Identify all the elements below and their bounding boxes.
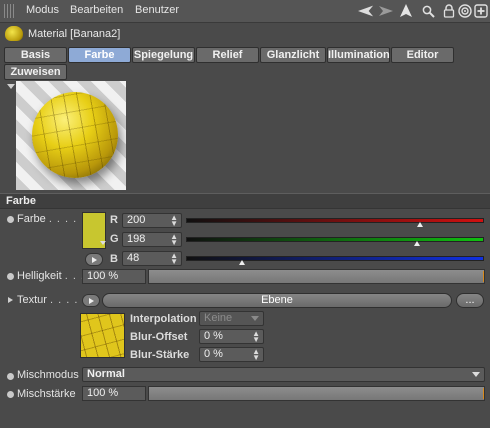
swatch-menu-arrow[interactable] xyxy=(100,241,106,245)
channel-r-input[interactable]: 200 ▲ ▼ xyxy=(122,213,182,228)
helligkeit-slider-marker xyxy=(483,271,484,282)
blur-offset-label: Blur-Offset xyxy=(130,331,188,343)
blur-strength-input[interactable]: 0 % ▲ ▼ xyxy=(199,347,264,362)
textur-more-button[interactable]: ... xyxy=(456,293,484,308)
chevron-down-icon[interactable] xyxy=(472,372,480,377)
channel-r-slider[interactable] xyxy=(186,218,484,223)
search-icon[interactable] xyxy=(420,3,436,19)
mischstaerke-slider[interactable] xyxy=(148,386,485,401)
chevron-down-icon xyxy=(251,316,259,321)
spinner-icon[interactable]: ▲ ▼ xyxy=(170,233,178,247)
arrow-forward-icon[interactable] xyxy=(378,3,394,19)
mischstaerke-label: Mischstärke xyxy=(17,388,76,400)
textur-expand-icon[interactable] xyxy=(8,297,13,303)
target-icon[interactable] xyxy=(457,3,473,19)
channel-mode-button[interactable] xyxy=(85,253,103,266)
farbe-label: Farbe . . . . xyxy=(17,213,78,225)
cursor-up-icon[interactable] xyxy=(398,3,414,19)
helligkeit-slider[interactable] xyxy=(148,269,485,284)
menu-bar: Modus Bearbeiten Benutzer xyxy=(0,0,490,23)
tab-glanzlicht[interactable]: Glanzlicht xyxy=(260,47,326,63)
channel-b-label: B xyxy=(110,253,118,265)
textur-layer-button[interactable]: Ebene xyxy=(102,293,452,308)
blur-strength-value: 0 % xyxy=(204,348,223,360)
section-header: Farbe xyxy=(0,193,490,209)
new-window-icon[interactable] xyxy=(473,3,489,19)
menu-modus[interactable]: Modus xyxy=(26,4,59,16)
animate-dot-mischstaerke[interactable] xyxy=(7,391,14,398)
channel-r-label: R xyxy=(110,214,118,226)
grip-handle[interactable] xyxy=(4,4,14,18)
material-title: Material [Banana2] xyxy=(28,28,121,40)
channel-g-value: 198 xyxy=(127,233,146,245)
tab-basis[interactable]: Basis xyxy=(4,47,67,63)
interpolation-label: Interpolation xyxy=(130,313,197,325)
mischmodus-dropdown[interactable]: Normal xyxy=(82,367,485,382)
channel-b-value: 48 xyxy=(127,252,140,264)
preview-collapse-toggle[interactable] xyxy=(7,84,15,89)
animate-dot-farbe[interactable] xyxy=(7,216,14,223)
channel-b-input[interactable]: 48 ▲ ▼ xyxy=(122,251,182,266)
spinner-icon[interactable]: ▲ ▼ xyxy=(252,348,260,362)
arrow-back-icon[interactable] xyxy=(358,3,374,19)
channel-r-value: 200 xyxy=(127,214,146,226)
tab-illumination[interactable]: Illumination xyxy=(327,47,390,63)
texture-thumbnail[interactable] xyxy=(80,313,125,358)
channel-b-slider[interactable] xyxy=(186,256,484,261)
tab-zuweisen[interactable]: Zuweisen xyxy=(4,64,67,80)
textur-play-button[interactable] xyxy=(82,294,100,307)
tab-spiegelung[interactable]: Spiegelung xyxy=(132,47,195,63)
spinner-icon[interactable]: ▲ ▼ xyxy=(170,252,178,266)
blur-strength-label: Blur-Stärke xyxy=(130,349,190,361)
channel-r-slider-knob[interactable] xyxy=(416,222,423,227)
interpolation-value: Keine xyxy=(204,312,233,324)
mischstaerke-input[interactable]: 100 % xyxy=(82,386,146,401)
lock-icon[interactable] xyxy=(441,3,457,19)
mischstaerke-slider-marker xyxy=(483,388,484,399)
mischmodus-value: Normal xyxy=(87,368,125,380)
interpolation-dropdown: Keine xyxy=(199,311,264,326)
helligkeit-input[interactable]: 100 % xyxy=(82,269,146,284)
channel-g-slider-knob[interactable] xyxy=(414,241,421,246)
channel-g-input[interactable]: 198 ▲ ▼ xyxy=(122,232,182,247)
helligkeit-label: Helligkeit . . . xyxy=(17,270,85,282)
menu-bearbeiten[interactable]: Bearbeiten xyxy=(70,4,123,16)
tab-editor[interactable]: Editor xyxy=(391,47,454,63)
preview-sphere xyxy=(32,92,118,178)
animate-dot-mischmodus[interactable] xyxy=(7,373,14,380)
tab-relief[interactable]: Relief xyxy=(196,47,259,63)
material-icon xyxy=(5,26,23,41)
channel-g-label: G xyxy=(110,233,119,245)
blur-offset-input[interactable]: 0 % ▲ ▼ xyxy=(199,329,264,344)
channel-b-slider-knob[interactable] xyxy=(239,260,246,265)
channel-g-slider[interactable] xyxy=(186,237,484,242)
menu-benutzer[interactable]: Benutzer xyxy=(135,4,179,16)
tab-farbe[interactable]: Farbe xyxy=(68,47,131,63)
material-preview[interactable] xyxy=(16,81,126,190)
mischmodus-label: Mischmodus xyxy=(17,369,79,381)
blur-offset-value: 0 % xyxy=(204,330,223,342)
spinner-icon[interactable]: ▲ ▼ xyxy=(252,330,260,344)
textur-label: Textur . . . . . xyxy=(17,294,87,306)
section-title: Farbe xyxy=(6,195,36,207)
animate-dot-helligkeit[interactable] xyxy=(7,273,14,280)
spinner-icon[interactable]: ▲ ▼ xyxy=(170,214,178,228)
